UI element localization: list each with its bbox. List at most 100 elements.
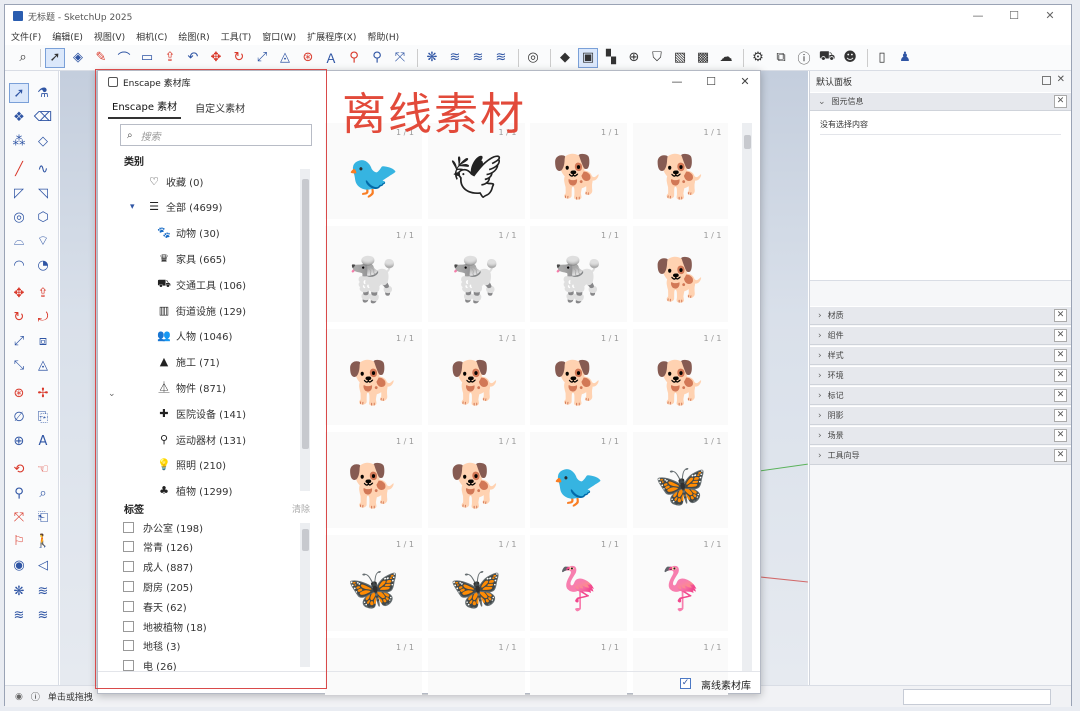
sandbox-tool-icon[interactable]: ❋ bbox=[422, 48, 442, 68]
tray-components[interactable]: › 组件 ✕ bbox=[810, 326, 1071, 345]
walk-icon[interactable]: 🚶 bbox=[33, 531, 53, 551]
freehand-icon[interactable]: ∿ bbox=[33, 159, 53, 179]
text-tool-icon[interactable]: Ａ bbox=[321, 48, 341, 68]
asset-tile[interactable]: 1 / 1 🐕 bbox=[632, 226, 728, 322]
asset-tile[interactable]: 1 / 1 🐦 bbox=[530, 432, 627, 528]
asset-tile[interactable]: 1 / 1 🦋 bbox=[632, 432, 728, 528]
expand-arrow-icon[interactable]: ▾ bbox=[130, 202, 135, 212]
category-item[interactable]: 👥 人物 (1046) bbox=[156, 326, 232, 346]
3d-text-icon[interactable]: ⎘ bbox=[33, 407, 53, 427]
close-icon[interactable]: ✕ bbox=[1054, 349, 1067, 362]
push-pull-icon[interactable]: ⇪ bbox=[33, 283, 53, 303]
zoom-icon[interactable]: ⚲ bbox=[9, 483, 29, 503]
orbit-tool-icon[interactable]: ⊛ bbox=[298, 48, 318, 68]
tray-close-icon[interactable]: ✕ bbox=[1057, 74, 1065, 85]
asset-tile[interactable]: 1 / 1 🐕 bbox=[325, 329, 422, 425]
search-icon[interactable]: ⌕ bbox=[13, 48, 33, 68]
close-icon[interactable]: ✕ bbox=[1054, 369, 1067, 382]
scale-tool-icon[interactable]: ⤢ bbox=[252, 48, 272, 68]
text-icon[interactable]: ∅ bbox=[9, 407, 29, 427]
tray-styles[interactable]: › 样式 ✕ bbox=[810, 346, 1071, 365]
tag-item[interactable]: 地毯 (3) bbox=[123, 637, 180, 655]
orbit-icon[interactable]: ⟲ bbox=[9, 459, 29, 479]
axes-icon[interactable]: ✢ bbox=[33, 383, 53, 403]
warehouse-icon[interactable]: ≋ bbox=[445, 48, 465, 68]
section-plane-icon[interactable]: ⊕ bbox=[9, 431, 29, 451]
eraser-icon[interactable]: ⌫ bbox=[33, 107, 53, 127]
enscape-grid-icon[interactable]: ▩ bbox=[693, 48, 713, 68]
rectangle-icon[interactable]: ◸ bbox=[9, 183, 29, 203]
close-icon[interactable]: ✕ bbox=[1054, 449, 1067, 462]
enscape-sync-icon[interactable]: ▚ bbox=[601, 48, 621, 68]
pie-icon[interactable]: ◔ bbox=[33, 255, 53, 275]
tag-checkbox[interactable] bbox=[123, 620, 134, 632]
offset-icon[interactable]: ⧈ bbox=[33, 331, 53, 351]
scrollbar-thumb[interactable] bbox=[302, 529, 309, 551]
asset-tile[interactable]: 1 / 1 🐕 bbox=[427, 432, 525, 528]
minimize-button[interactable]: — bbox=[963, 7, 993, 25]
stamp-icon[interactable]: ≋ bbox=[9, 605, 29, 625]
move-icon[interactable]: ✥ bbox=[9, 283, 29, 303]
three-point-arc-icon[interactable]: ◠ bbox=[9, 255, 29, 275]
eraser-tool-icon[interactable]: ◈ bbox=[68, 48, 88, 68]
category-scrollbar[interactable] bbox=[300, 169, 310, 491]
enscape-start-icon[interactable]: ◆ bbox=[555, 48, 575, 68]
tab-custom-assets[interactable]: 自定义素材 bbox=[191, 100, 249, 119]
enscape-settings-icon[interactable]: ⚙ bbox=[748, 48, 768, 68]
close-icon[interactable]: ✕ bbox=[1054, 409, 1067, 422]
tag-item[interactable]: 厨房 (205) bbox=[123, 577, 193, 595]
menu-camera[interactable]: 相机(C) bbox=[136, 30, 167, 43]
label-icon[interactable]: A bbox=[33, 431, 53, 451]
close-icon[interactable]: ✕ bbox=[1054, 389, 1067, 402]
tag-tool-icon[interactable]: ⁂ bbox=[9, 131, 29, 151]
asset-tile[interactable]: 1 / 1 🦩 bbox=[530, 535, 627, 631]
tag-item[interactable]: 成人 (887) bbox=[123, 558, 193, 576]
scrollbar-thumb[interactable] bbox=[302, 179, 309, 449]
scrollbar-thumb[interactable] bbox=[744, 135, 751, 149]
select-tool-icon[interactable]: ➚ bbox=[45, 47, 65, 68]
asset-tile[interactable]: 1 / 1 🐕 bbox=[427, 329, 525, 425]
category-item[interactable]: ⛟ 交通工具 (106) bbox=[156, 274, 246, 294]
select-icon[interactable]: ➚ bbox=[9, 83, 29, 103]
make-component-icon[interactable]: ❖ bbox=[9, 107, 29, 127]
asset-tile[interactable]: 1 / 1 🦋 bbox=[427, 535, 525, 631]
drape-icon[interactable]: ≋ bbox=[33, 605, 53, 625]
user-account-icon[interactable]: ♟ bbox=[895, 48, 915, 68]
category-item[interactable]: ⏅ 物件 (871) bbox=[156, 377, 227, 397]
enscape-window-icon[interactable]: ⧉ bbox=[771, 48, 791, 68]
enscape-upload-icon[interactable]: ☁ bbox=[716, 48, 736, 68]
dimension-icon[interactable]: ⊛ bbox=[9, 383, 29, 403]
maximize-button[interactable]: ☐ bbox=[999, 7, 1029, 25]
sandbox-icon[interactable]: ❋ bbox=[9, 581, 29, 601]
zoom-window-icon[interactable]: ⌕ bbox=[33, 483, 53, 503]
tape-measure-icon[interactable]: ⤡ bbox=[9, 355, 29, 375]
clear-tags-link[interactable]: 清除 bbox=[292, 502, 310, 515]
category-item[interactable]: 🐾 动物 (30) bbox=[156, 223, 220, 243]
paint-bucket-icon[interactable]: ⚗ bbox=[33, 83, 53, 103]
protractor-tool-icon[interactable]: ◬ bbox=[275, 48, 295, 68]
close-icon[interactable]: ✕ bbox=[1054, 329, 1067, 342]
tag-checkbox[interactable] bbox=[123, 640, 134, 652]
menu-tools[interactable]: 工具(T) bbox=[221, 30, 252, 43]
asset-tile[interactable]: 1 / 1 🐕 bbox=[530, 329, 627, 425]
smoove-icon[interactable]: ≋ bbox=[33, 581, 53, 601]
rotated-rectangle-icon[interactable]: ◹ bbox=[33, 183, 53, 203]
asset-tile[interactable]: 1 / 1 🐕 bbox=[530, 123, 627, 219]
asset-tile[interactable]: 1 / 1 🐕 bbox=[632, 123, 728, 219]
tag-item[interactable]: 常青 (126) bbox=[123, 538, 193, 556]
polygon-icon[interactable]: ⬡ bbox=[33, 207, 53, 227]
category-item[interactable]: ▾ ☰ 全部 (4699) bbox=[130, 197, 222, 217]
tray-instructor[interactable]: › 工具向导 ✕ bbox=[810, 446, 1071, 465]
line-icon[interactable]: ╱ bbox=[9, 159, 29, 179]
zoom-extents-icon[interactable]: ⤧ bbox=[390, 48, 410, 68]
rectangle-tool-icon[interactable]: ▭ bbox=[137, 48, 157, 68]
pin-icon[interactable] bbox=[1042, 76, 1051, 85]
tag-checkbox[interactable] bbox=[123, 541, 134, 553]
tag-scrollbar[interactable] bbox=[300, 523, 310, 667]
menu-draw[interactable]: 绘图(R) bbox=[178, 30, 209, 43]
close-icon[interactable]: ✕ bbox=[1054, 309, 1067, 322]
category-item[interactable]: 💡 照明 (210) bbox=[156, 455, 226, 475]
previous-view-icon[interactable]: ⎗ bbox=[33, 507, 53, 527]
pan-icon[interactable]: ☜ bbox=[33, 459, 53, 479]
tag-item[interactable]: 地被植物 (18) bbox=[123, 617, 207, 635]
